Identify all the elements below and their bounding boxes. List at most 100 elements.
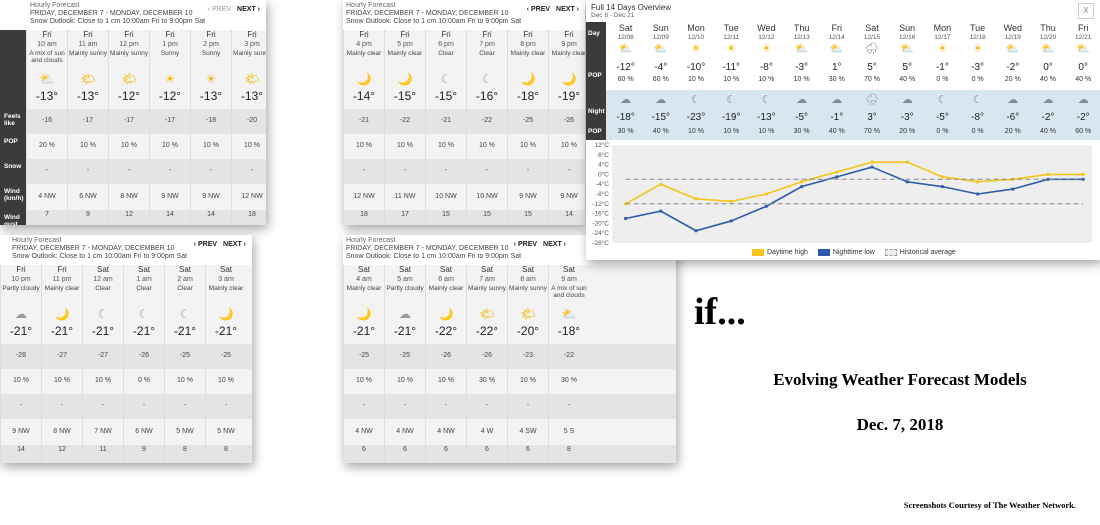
hour-column[interactable]: Sat 1 am Clear ☾ -21° -26 0 % - 6 NW 9 [123,265,164,463]
overview-header: Full 14 Days Overview Dec 8 - Dec 21 [586,0,1100,22]
overview-day-icon: ⛅ [1041,43,1055,55]
weather-icon: ☀ [164,72,176,86]
y-tick-label: -28°C [592,239,609,247]
series-point [764,204,768,208]
overview-date: 12/12 [758,34,775,41]
snow-outlook: Snow Outlook: Close to 1 cm 10:00am Fri … [346,18,522,25]
hour-column[interactable]: Sat 4 am Mainly clear 🌙 -21° -25 10 % - 4 NW 6 [343,265,384,463]
hour-column[interactable]: Fri 7 pm Clear ☾ -16° -22 10 % - 10 NW 15 [466,30,507,225]
hour-column[interactable]: Fri 11 am Mainly sunny 🌤 -13° -17 10 % - 6 NW 9 [67,30,108,225]
hour-column[interactable]: Fri 8 pm Mainly clear 🌙 -18° -25 10 % - 9 NW 15 [507,30,548,225]
hour-day: Fri [124,30,134,39]
hour-pop: 10 % [203,142,219,149]
overview-day-icon: ⛅ [618,43,633,55]
hour-cond: Mainly clear [510,50,546,57]
overview-label: POP [588,72,602,79]
hour-column[interactable]: Sat 8 am Mainly sunny 🌤 -20° -23 10 % - 4 SW 6 [507,265,548,463]
prev-button[interactable]: ‹ PREV [194,241,217,248]
hour-snow: - [403,402,407,409]
hour-column[interactable]: Fri 10 pm Partly cloudy ☁ -21° -28 10 % - 9 NW 14 [0,265,41,463]
hour-column[interactable]: Fri 6 pm Clear ☾ -15° -21 10 % - 10 NW 15 [425,30,466,225]
next-button[interactable]: NEXT › [556,6,579,13]
hour-cond: Clear [136,285,152,292]
hour-feels: -25 [358,352,370,359]
overview-day-temp: 1° [832,62,842,73]
hour-day: Fri [400,30,410,39]
hour-feels: -23 [522,352,534,359]
hour-column[interactable]: Fri 11 pm Mainly clear 🌙 -21° -27 10 % - 8 NW 12 [41,265,82,463]
hour-column[interactable]: Fri 5 pm Mainly clear 🌙 -15° -22 10 % - 11 NW 17 [384,30,425,225]
hour-temp: -12° [158,89,182,103]
series-point [976,192,980,196]
prev-button[interactable]: ‹ PREV [527,6,550,13]
overview-date: 12/10 [687,34,705,41]
weather-icon: 🌙 [520,72,536,86]
hour-day: Fri [359,30,369,39]
hour-wind: 8 NW [53,428,71,435]
hour-wind: 4 W [480,428,494,435]
hour-feels: -26 [563,117,575,124]
hour-time: 4 pm [356,41,372,48]
hour-column[interactable]: Sat 2 am Clear ☾ -21° -25 10 % - 5 NW 8 [164,265,205,463]
hour-column[interactable]: Sat 9 am A mix of sun and clouds ⛅ -18° -22 30… [548,265,589,463]
hour-cond: A mix of sun and clouds [29,50,65,64]
hour-cond: Mainly clear [208,285,244,292]
row-label-pop: POP [4,138,18,145]
hour-wind: 11 NW [394,193,416,200]
hour-gust: 12 [125,211,133,218]
hour-cond: Mainly clear [551,50,585,57]
y-tick-label: -20°C [592,219,609,227]
hour-column[interactable]: Sat 6 am Mainly clear 🌙 -22° -26 10 % - 4 NW 6 [425,265,466,463]
overview-night-pop: 20 % [1004,128,1021,135]
overview-dow: Thu [1040,23,1056,33]
hour-column[interactable]: Fri 4 pm Mainly clear 🌙 -14° -21 10 % - 12 NW 18 [343,30,384,225]
hour-column[interactable]: Sat 7 am Mainly sunny 🌤 -22° -26 30 % - 4 W 6 [466,265,507,463]
series-point [870,160,874,164]
overview-dow: Wed [1003,23,1022,33]
overview-night-icon: ☾ [761,94,772,106]
hour-day: Sat [357,265,370,274]
hour-column[interactable]: Sat 12 am Clear ☾ -21° -27 10 % - 7 NW 11 [82,265,123,463]
hour-column[interactable]: Fri 1 pm Sunny ☀ -12° -17 10 % - 9 NW 14 [149,30,190,225]
weather-icon: ☾ [481,72,493,86]
overview-dow: Sun [899,23,916,33]
hour-column[interactable]: Sat 3 am Mainly clear 🌙 -21° -25 10 % - 5 NW 8 [205,265,246,463]
hour-wind: 10 NW [435,193,457,200]
next-button[interactable]: NEXT › [237,6,260,13]
hour-feels: -26 [138,352,150,359]
hour-column[interactable]: Fri 9 pm Mainly clear 🌙 -19° -26 10 % - 9 NW 14 [548,30,585,225]
weather-icon: ☾ [440,72,452,86]
next-button[interactable]: NEXT › [223,241,246,248]
hour-wind: 9 NW [519,193,537,200]
hour-gust: 9 [86,211,90,218]
hour-column[interactable]: Sat 5 am Partly cloudy ☁ -21° -25 10 % - 4 NW 6 [384,265,425,463]
next-button[interactable]: NEXT › [543,241,566,248]
overview-day-pop: 70 % [864,76,880,83]
hour-column[interactable]: Fri 12 pm Mainly sunny 🌤 -12° -17 10 % - 8 NW 12 [108,30,149,225]
hour-day: Fri [441,30,451,39]
hour-gust: 6 [362,446,366,453]
hour-cond: Partly cloudy [386,285,424,292]
legend-avg-swatch [884,249,897,256]
hour-day: Fri [57,265,67,274]
row-label-feels: Feels like [4,113,21,127]
hour-time: 1 pm [162,41,178,48]
prev-button[interactable]: ‹ PREV [514,241,537,248]
overview-night-pop: 20 % [899,128,916,135]
hour-wind: 4 NW [396,428,414,435]
series-point [1046,172,1050,176]
hour-gust: 12 [58,446,66,453]
hour-pop: 30 % [479,377,495,384]
hour-feels: -25 [220,352,232,359]
y-tick-label: -24°C [592,229,609,237]
overview-night-pop: 30 % [617,128,634,135]
hour-column[interactable]: Fri 3 pm Mainly sunny 🌤 -13° -20 10 % - 12 NW 18 [231,30,266,225]
close-button[interactable]: X [1078,3,1094,19]
hour-snow: - [183,402,187,409]
hour-snow: - [403,167,407,174]
series-point [800,180,804,184]
hour-column[interactable]: Fri 2 pm Sunny ☀ -13° -18 10 % - 9 NW 14 [190,30,231,225]
weather-icon: 🌙 [561,72,577,86]
hour-column[interactable]: Fri 10 am A mix of sun and clouds ⛅ -13° -16 2… [26,30,67,225]
prev-button[interactable]: ‹ PREV [208,6,231,13]
